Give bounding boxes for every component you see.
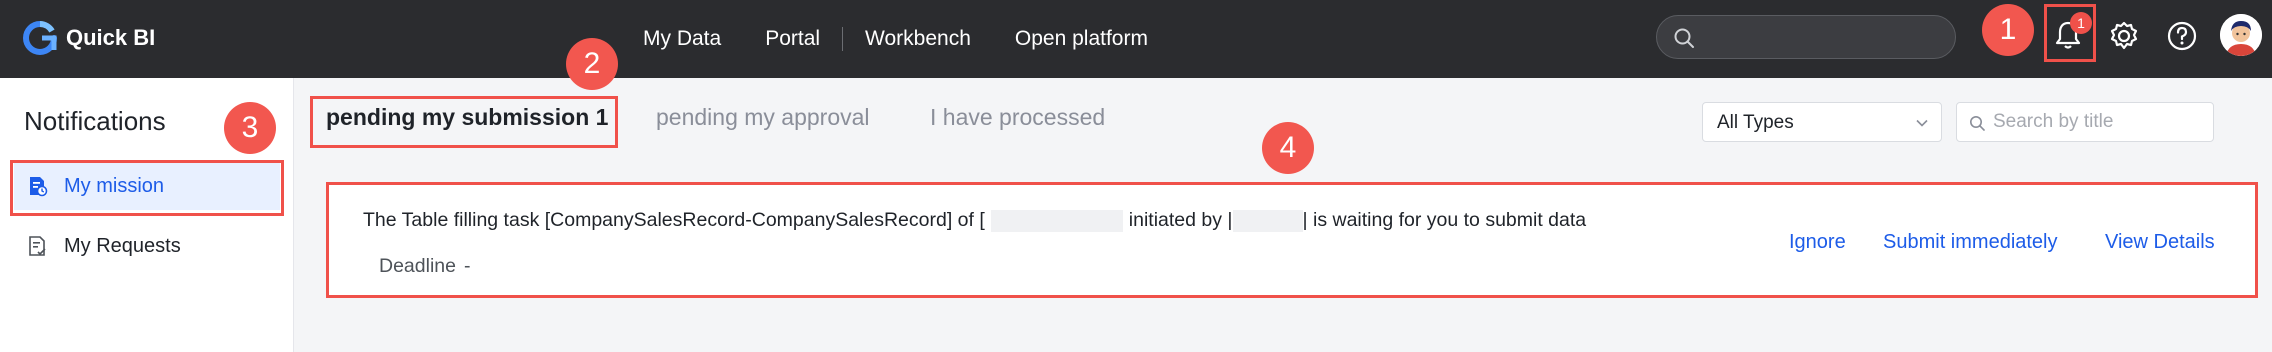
redacted-name-block: [990, 209, 1123, 232]
deadline-value: -: [463, 255, 471, 277]
nav-workbench[interactable]: Workbench: [843, 27, 993, 51]
notification-count-badge: 1: [2070, 12, 2092, 34]
submission-tab-highlight: [310, 96, 618, 148]
help-button[interactable]: [2164, 18, 2200, 54]
task-deadline: Deadline -: [379, 255, 470, 278]
settings-button[interactable]: [2106, 18, 2142, 54]
ignore-button[interactable]: Ignore: [1789, 231, 1846, 254]
tab-pending-my-approval[interactable]: pending my approval: [656, 104, 870, 131]
sidebar-title: Notifications: [24, 106, 166, 136]
nav-my-data[interactable]: My Data: [625, 27, 743, 51]
type-filter-select[interactable]: All Types: [1702, 102, 1942, 142]
nav-open-platform[interactable]: Open platform: [993, 27, 1170, 51]
search-icon: [1970, 116, 1985, 131]
task-message-text-3: | is waiting for you to submit data: [1302, 209, 1587, 231]
title-search-box[interactable]: [1956, 102, 2214, 142]
annotation-marker-2: 2: [566, 38, 618, 90]
request-document-icon: [29, 236, 46, 256]
sidebar-item-my-requests[interactable]: My Requests: [14, 222, 280, 270]
global-search-input[interactable]: [1703, 22, 1943, 52]
main-nav: My Data Portal Workbench Open platform: [625, 0, 1170, 78]
task-message-text-1: The Table filling task [CompanySalesReco…: [363, 209, 985, 231]
title-search-input[interactable]: [1993, 110, 2205, 134]
annotation-marker-4: 4: [1262, 122, 1314, 174]
sidebar-item-label: My Requests: [64, 234, 181, 257]
deadline-label: Deadline: [379, 255, 456, 277]
redacted-user-block: [1232, 209, 1303, 232]
task-notification-card: The Table filling task [CompanySalesReco…: [326, 182, 2258, 298]
submit-immediately-button[interactable]: Submit immediately: [1883, 231, 2058, 254]
tab-i-have-processed[interactable]: I have processed: [930, 104, 1105, 131]
task-message: The Table filling task [CompanySalesReco…: [363, 209, 1586, 232]
search-icon: [1674, 28, 1694, 48]
app-name: Quick BI: [66, 25, 156, 50]
annotation-marker-1: 1: [1982, 4, 2034, 56]
global-search[interactable]: [1656, 15, 1956, 59]
nav-portal[interactable]: Portal: [743, 27, 842, 51]
task-message-text-2: initiated by |: [1128, 209, 1233, 231]
app-logo[interactable]: Quick BI: [22, 18, 155, 58]
my-mission-highlight: [10, 160, 284, 216]
top-navigation-bar: Quick BI My Data Portal Workbench Open p…: [0, 0, 2272, 78]
gear-icon: [2110, 21, 2138, 50]
quick-bi-logo-icon: [23, 21, 57, 55]
view-details-button[interactable]: View Details: [2105, 231, 2215, 254]
user-avatar[interactable]: [2220, 14, 2262, 56]
type-filter-value: All Types: [1717, 112, 1794, 133]
chevron-down-icon: [1916, 119, 1928, 127]
help-icon: [2167, 21, 2197, 51]
annotation-marker-3: 3: [224, 102, 276, 154]
avatar-illustration-icon: [2220, 14, 2262, 56]
